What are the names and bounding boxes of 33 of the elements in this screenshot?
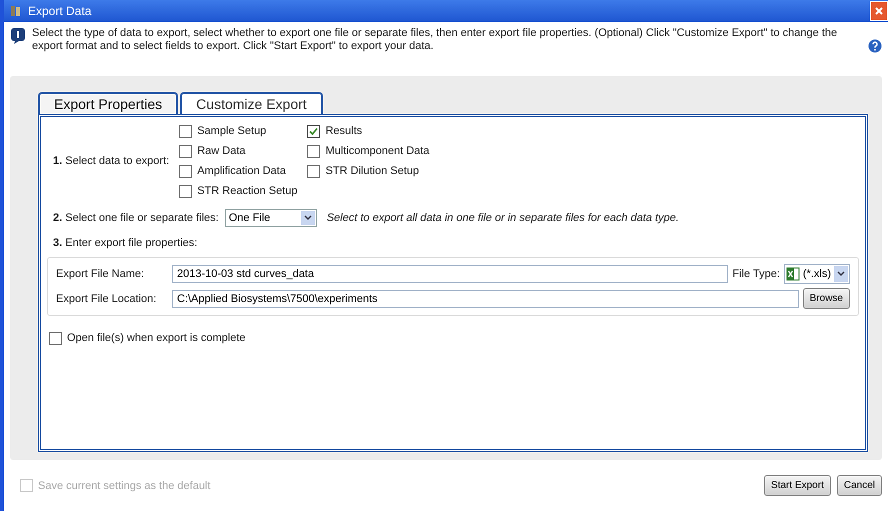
file-location-field[interactable]: C:\Applied Biosystems\7500\experiments [172, 290, 799, 308]
check-icon [309, 126, 318, 136]
field-label: File Type: [732, 268, 780, 280]
file-mode-dropdown[interactable]: One File [224, 209, 317, 227]
checkbox[interactable]: Raw Data [179, 143, 298, 159]
instructions-text: Select the type of data to export, select whether to export one file or separate files, then enter export file properties. (Optional) Click "Customize Export" to change the export format and to select fields to export. Click "Start Export" to export your data. [32, 27, 838, 53]
tab[interactable]: Export Properties [38, 92, 178, 114]
checkbox[interactable]: Amplification Data [179, 163, 298, 179]
checkbox[interactable]: Results [307, 123, 430, 139]
info-icon [10, 27, 26, 45]
dialog-button[interactable]: Start Export [764, 475, 831, 496]
hint-text: Select to export all data in one file or in separate files for each data type. [326, 212, 679, 224]
field-label: Export File Name: [56, 268, 146, 280]
step-label: 2. Select one file or separate files: [53, 212, 219, 224]
help-icon[interactable] [868, 39, 882, 53]
field-label: Export File Location: [56, 292, 158, 304]
browse-button[interactable]: Browse [802, 288, 850, 309]
checkbox[interactable]: Open file(s) when export is complete [49, 330, 859, 346]
step-label: 1. Select data to export: [53, 155, 170, 167]
tab[interactable]: Customize Export [180, 92, 323, 114]
close-icon [874, 6, 884, 16]
window-title: Export Data [28, 4, 92, 18]
file-name-field[interactable]: 2013-10-03 std curves_data [172, 265, 728, 283]
close-button[interactable] [870, 1, 888, 21]
file-type-dropdown[interactable]: (*.xls) [784, 264, 850, 284]
checkbox[interactable]: Sample Setup [179, 123, 298, 139]
spreadsheet-icon [786, 267, 800, 281]
app-icon [10, 5, 22, 17]
checkbox[interactable]: STR Reaction Setup [179, 183, 298, 199]
step-label: 3. Enter export file properties: [53, 237, 198, 249]
dialog-button[interactable]: Cancel [836, 475, 882, 496]
checkbox[interactable]: STR Dilution Setup [307, 163, 430, 179]
checkbox[interactable]: Multicomponent Data [307, 143, 430, 159]
